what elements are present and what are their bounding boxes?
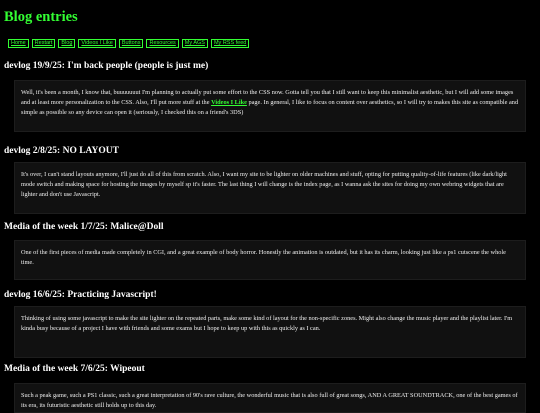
nav-videos-i-like-button[interactable]: Videos I Like [78,39,116,48]
entry-title: Media of the week 7/6/25: Wipeout [4,364,145,374]
nav-resources-button[interactable]: Resources [146,39,179,48]
entry-body: One of the first pieces of media made co… [14,240,526,280]
nav-buttons-button[interactable]: Buttons [118,39,144,48]
entry-body: It's over, I can't stand layouts anymore… [14,162,526,214]
nav-rss-feed-button[interactable]: My RSS feed [210,39,250,48]
entry-body: Such a peak game, such a PS1 classic, su… [14,383,526,413]
entry-text: Thinking of using some javascript to mak… [21,315,513,333]
entry-text: One of the first pieces of media made co… [21,249,506,267]
nav-bar: Home Restart Blog Videos I Like Buttons … [8,39,250,48]
entry-body: Well, it's been a month, I know that, bu… [14,80,526,132]
entry-text: Such a peak game, such a PS1 classic, su… [21,392,518,410]
entry-text: Well, it's been a month, I know that, bu… [21,88,519,119]
entry-body: Thinking of using some javascript to mak… [14,306,526,358]
page-title: Blog entries [4,9,78,25]
entry-title: devlog 2/8/25: NO LAYOUT [4,146,119,156]
nav-blog-button[interactable]: Blog [58,39,76,48]
nav-my-ags-button[interactable]: My AGS [181,39,208,48]
entry-title: devlog 16/6/25: Practicing Javascript! [4,290,157,300]
entry-text: It's over, I can't stand layouts anymore… [21,171,507,199]
nav-home-button[interactable]: Home [8,39,29,48]
entry-title: Media of the week 1/7/25: Malice@Doll [4,222,164,232]
entry-title: devlog 19/9/25: I'm back people (people … [4,61,209,71]
videos-i-like-link[interactable]: Videos I Like [211,99,247,106]
nav-restart-button[interactable]: Restart [31,39,56,48]
